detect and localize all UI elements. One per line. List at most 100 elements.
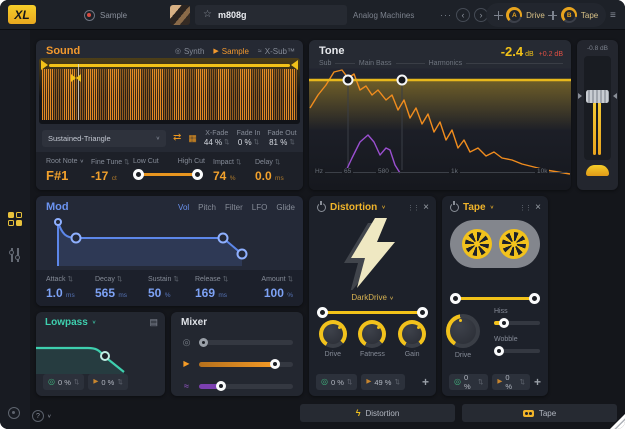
xsub-volume-slider[interactable] [199,384,293,389]
stepper-icon[interactable]: ⇅ [289,138,294,146]
lowpass-send-b[interactable]: ▶ 0 % ⇅ [88,374,127,390]
attack-control[interactable]: Attack⇅ 1.0 ms [46,275,75,300]
preset-selector[interactable]: ☆ m808g [195,5,347,25]
lowpass-title[interactable]: Lowpass [45,317,88,328]
tab-glide[interactable]: Glide [276,203,295,212]
close-icon[interactable]: × [535,202,541,213]
tape-range-handle-left[interactable] [450,293,461,304]
power-icon[interactable] [450,203,459,212]
drag-handle-icon[interactable]: ⋮⋮ [407,204,419,212]
macro-a-knob[interactable]: A [506,7,522,23]
tab-sample[interactable]: ▶Sample [213,47,249,56]
axis-65-label: 65 [342,168,353,175]
stepper-icon[interactable]: ⇅ [224,138,229,146]
preset-artwork[interactable] [170,5,190,25]
xsub-volume-handle[interactable] [216,381,226,391]
add-modulation-button[interactable]: + [422,375,429,389]
drive-knob[interactable] [319,320,347,348]
tab-pitch[interactable]: Pitch [198,203,216,212]
waveform-select[interactable]: Sustained-Triangle ∨ [42,130,166,147]
tab-xsub[interactable]: ≈X-Sub™ [258,47,295,56]
mod-ring-icon: ◎ [48,378,55,386]
keyboard-icon[interactable]: ▦ [188,133,197,143]
sample-waveform-display[interactable] [39,58,300,124]
fine-tune-control[interactable]: Fine Tune⇅ -17 ct [91,158,130,183]
tab-filter[interactable]: Filter [225,203,243,212]
loop-icon[interactable]: ⇄ [173,133,181,143]
hiss-handle[interactable] [499,318,509,328]
close-icon[interactable]: × [423,202,429,213]
fx-chain-tape-button[interactable]: Tape [462,404,617,422]
synth-volume-handle[interactable] [199,338,208,347]
sustain-control[interactable]: Sustain⇅ 50 % [148,275,179,300]
macro-list-button[interactable]: ≡ [610,0,616,30]
wobble-slider[interactable] [494,346,540,356]
tape-send-a[interactable]: ◎ 0 % ⇅ [449,374,488,390]
tape-range-slider[interactable] [450,292,540,304]
cut-range-slider[interactable] [133,168,205,180]
decay-control[interactable]: Decay⇅ 565 ms [95,275,127,300]
fadeout-control[interactable]: Fade Out 81 %⇅ [267,130,296,147]
macro-b-knob[interactable]: B [561,7,577,23]
settings-gear-icon[interactable] [8,407,20,419]
envelope-display[interactable] [36,212,303,270]
root-note-control[interactable]: Root Note∨ F#1 [46,158,84,183]
distortion-algo-select[interactable]: DarkDrive ∨ [309,293,436,302]
add-modulation-button[interactable]: + [534,375,541,389]
fatness-knob[interactable] [358,320,386,348]
limiter-dome-button[interactable] [586,165,609,176]
tab-lfo[interactable]: LFO [252,203,268,212]
lowpass-send-a[interactable]: ◎ 0 % ⇅ [43,374,84,390]
wobble-label: Wobble [494,336,518,343]
distortion-title[interactable]: Distortion [330,202,377,213]
macro-b-assign-icon[interactable] [548,11,557,20]
fx-chain-distortion-button[interactable]: ϟ Distortion [300,404,455,422]
distortion-send-a[interactable]: ◎ 0 % ⇅ [316,374,357,390]
amount-control[interactable]: Amount⇅ 100 % [261,275,293,300]
high-cut-handle[interactable] [192,169,203,180]
release-control[interactable]: Release⇅ 169 ms [195,275,228,300]
delay-control[interactable]: Delay⇅ 0.0 ms [255,158,284,183]
fadein-control[interactable]: Fade In 0 %⇅ [237,130,261,147]
fadein-value: 0 % [238,138,252,147]
stepper-icon[interactable]: ⇅ [254,138,259,146]
tab-synth[interactable]: ◎Synth [175,47,205,56]
wobble-handle[interactable] [494,346,504,356]
gain-knob[interactable] [398,320,426,348]
distortion-send-b[interactable]: ▶ 49 % ⇅ [361,374,405,390]
sample-end-handle[interactable] [291,60,298,70]
power-icon[interactable] [317,203,326,212]
help-menu[interactable]: ? ∨ [32,410,51,422]
sample-range-bar[interactable] [49,64,290,67]
tape-range-handle-right[interactable] [529,293,540,304]
sample-volume-slider[interactable] [199,362,293,367]
browser-grid-icon[interactable] [8,212,22,226]
macro-a-assign-icon[interactable] [494,11,503,20]
synth-volume-slider[interactable] [199,340,293,345]
xfade-control[interactable]: X-Fade 44 %⇅ [204,130,230,147]
mixer-view-icon[interactable] [9,248,21,262]
filter-type-icon[interactable]: ▤ [149,317,158,328]
record-sample-button[interactable]: Sample [84,0,127,30]
filter-curve-display[interactable] [36,334,165,374]
drag-handle-icon[interactable]: ⋮⋮ [519,204,531,212]
low-cut-handle[interactable] [133,169,144,180]
distortion-range-handle-left[interactable] [317,307,328,318]
output-fader-track[interactable] [584,56,611,160]
tape-drive-knob[interactable] [446,314,480,348]
tab-vol[interactable]: Vol [178,203,189,212]
favorite-star-icon[interactable]: ☆ [203,10,212,20]
app-logo[interactable]: XL [8,5,36,24]
distortion-range-handle-right[interactable] [417,307,428,318]
impact-control[interactable]: Impact⇅ 74 % [213,158,241,183]
tape-send-b[interactable]: ▶ 0 % ⇅ [492,374,530,390]
prev-preset-button[interactable]: ‹ [456,8,470,22]
sample-start-handle[interactable] [41,60,48,70]
sample-volume-handle[interactable] [270,359,280,369]
distortion-range-slider[interactable] [317,306,428,318]
output-fader-handle[interactable] [586,90,609,103]
preset-menu-button[interactable]: ··· [440,0,452,30]
hiss-slider[interactable] [494,318,540,328]
crossfade-marker[interactable] [71,74,81,82]
tape-title[interactable]: Tape [463,202,486,213]
